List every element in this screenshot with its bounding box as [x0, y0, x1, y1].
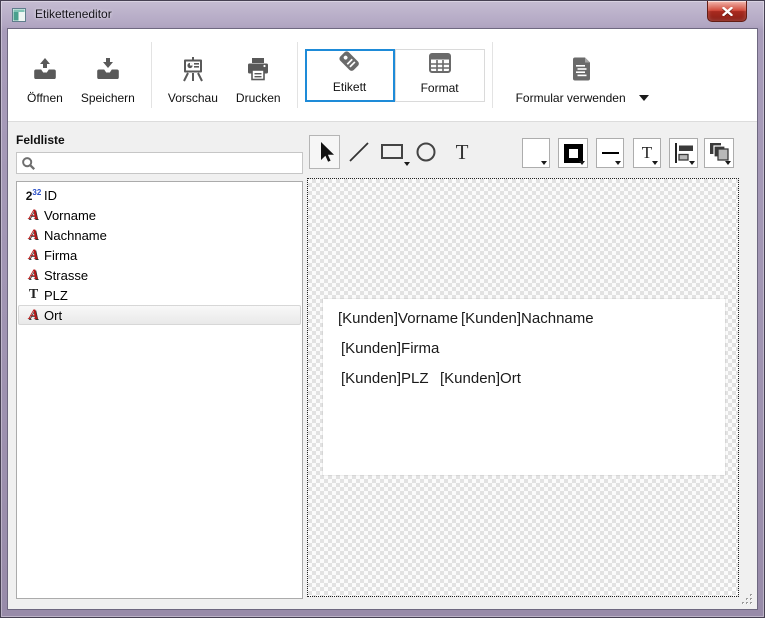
search-box[interactable] — [16, 152, 303, 174]
line-style-icon — [602, 152, 619, 154]
toolbar-separator — [151, 42, 152, 108]
format-view-label: Format — [421, 81, 459, 95]
string-type-icon: A — [23, 208, 44, 223]
label-view-label: Etikett — [333, 80, 366, 94]
fieldlist-title: Feldliste — [16, 133, 65, 147]
text-style-button[interactable]: T — [633, 138, 661, 168]
use-form-button[interactable]: Formular verwenden — [500, 45, 665, 105]
titlebar[interactable]: Etiketteneditor — [1, 1, 764, 28]
fill-color-button[interactable] — [522, 138, 550, 168]
tag-icon — [336, 48, 363, 75]
search-input[interactable] — [40, 156, 298, 170]
field-row-nachname[interactable]: A Nachname — [18, 225, 301, 245]
ellipse-icon — [415, 141, 437, 163]
field-row-vorname[interactable]: A Vorname — [18, 205, 301, 225]
string-type-icon: A — [23, 268, 44, 283]
border-color-button[interactable] — [558, 138, 588, 168]
select-tool-button[interactable] — [309, 135, 340, 169]
ellipse-tool-button[interactable] — [414, 135, 438, 169]
search-icon — [21, 156, 36, 171]
line-tool-button[interactable] — [347, 135, 371, 169]
field-label: Firma — [44, 248, 77, 263]
string-type-icon: A — [23, 308, 44, 323]
resize-grip[interactable] — [741, 593, 754, 606]
field-label: Nachname — [44, 228, 107, 243]
preview-button[interactable]: Vorschau — [159, 45, 227, 105]
close-button[interactable] — [707, 1, 747, 22]
line-icon — [348, 141, 370, 163]
main-toolbar: Öffnen Speichern — [8, 29, 757, 122]
text-tool-button[interactable]: T — [450, 135, 474, 169]
open-label: Öffnen — [27, 91, 63, 105]
save-label: Speichern — [81, 91, 135, 105]
rectangle-tool-button[interactable] — [378, 135, 406, 169]
field-row-plz[interactable]: T PLZ — [18, 285, 301, 305]
field-placeholder-ort[interactable]: [Kunden]Ort — [440, 370, 521, 387]
text-style-icon: T — [642, 143, 652, 163]
table-icon — [427, 50, 453, 76]
integer-type-icon: 232 — [23, 189, 44, 202]
save-button[interactable]: Speichern — [72, 45, 144, 105]
save-icon — [95, 54, 121, 84]
align-button[interactable] — [669, 138, 698, 168]
form-icon — [570, 54, 594, 84]
dropdown-arrow-icon — [541, 161, 547, 165]
field-label: ID — [44, 188, 57, 203]
line-style-button[interactable] — [596, 138, 624, 168]
design-canvas[interactable]: [Kunden]Vorname [Kunden]Nachname [Kunden… — [307, 178, 739, 597]
field-label: Strasse — [44, 268, 88, 283]
dropdown-arrow-icon — [639, 95, 649, 101]
dropdown-arrow-icon — [579, 161, 585, 165]
field-row-ort[interactable]: A Ort — [18, 305, 301, 325]
field-placeholder-plz[interactable]: [Kunden]PLZ — [341, 370, 429, 387]
field-placeholder-firma[interactable]: [Kunden]Firma — [341, 340, 439, 357]
text-tool-icon: T — [456, 140, 469, 165]
format-view-button[interactable]: Format — [395, 49, 485, 102]
dropdown-arrow-icon — [725, 161, 731, 165]
open-button[interactable]: Öffnen — [18, 45, 72, 105]
border-color-icon — [564, 144, 583, 163]
use-form-label: Formular verwenden — [516, 91, 626, 105]
dropdown-arrow-icon — [689, 161, 695, 165]
rectangle-dropdown-arrow-icon — [404, 162, 410, 166]
cursor-arrow-icon — [314, 140, 336, 164]
window-title: Etiketteneditor — [35, 7, 112, 21]
client-area: Öffnen Speichern — [7, 28, 758, 610]
field-placeholder-vorname[interactable]: [Kunden]Vorname — [338, 310, 458, 327]
label-view-button[interactable]: Etikett — [305, 49, 395, 102]
string-type-icon: A — [23, 248, 44, 263]
field-label: PLZ — [44, 288, 68, 303]
print-button[interactable]: Drucken — [227, 45, 290, 105]
toolbar-separator — [492, 42, 493, 108]
field-placeholder-nachname[interactable]: [Kunden]Nachname — [461, 310, 594, 327]
field-row-firma[interactable]: A Firma — [18, 245, 301, 265]
field-row-id[interactable]: 232 ID — [18, 185, 301, 205]
label-area[interactable]: [Kunden]Vorname [Kunden]Nachname [Kunden… — [323, 299, 725, 475]
field-row-strasse[interactable]: A Strasse — [18, 265, 301, 285]
dropdown-arrow-icon — [615, 161, 621, 165]
string-type-icon: A — [23, 228, 44, 243]
field-list[interactable]: 232 ID A Vorname A Nachname A Firma A St… — [16, 181, 303, 599]
field-label: Ort — [44, 308, 62, 323]
app-icon — [12, 8, 26, 22]
text-type-icon: T — [23, 288, 44, 302]
preview-icon — [180, 54, 206, 84]
editor-panel: T T — [307, 135, 747, 599]
window: Etiketteneditor Öffnen — [0, 0, 765, 618]
field-label: Vorname — [44, 208, 96, 223]
arrange-button[interactable] — [704, 138, 734, 168]
print-icon — [245, 54, 271, 84]
close-icon — [722, 7, 733, 16]
dropdown-arrow-icon — [652, 161, 658, 165]
toolbar-separator — [297, 42, 298, 108]
print-label: Drucken — [236, 91, 281, 105]
rectangle-icon — [380, 143, 404, 161]
open-icon — [32, 54, 58, 84]
preview-label: Vorschau — [168, 91, 218, 105]
